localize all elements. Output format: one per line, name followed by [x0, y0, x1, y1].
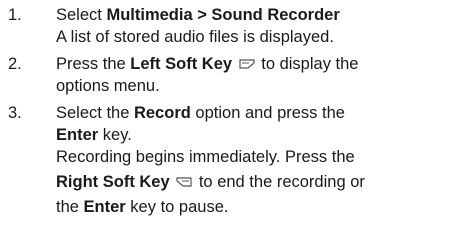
- step-result: Recording begins immediately. Press the: [56, 148, 355, 166]
- step-result-continued: the Enter key to pause.: [56, 198, 229, 216]
- step-action: Press the Left Soft Key to display the: [56, 55, 359, 73]
- step-action: Select the Record option and press the: [56, 104, 345, 122]
- step-number: 1.: [8, 6, 22, 24]
- left-soft-key-icon: [239, 58, 255, 70]
- step-number: 3.: [8, 104, 22, 122]
- step-body: Select Multimedia > Sound Recorder A lis…: [56, 4, 456, 48]
- step-action-continued: Enter key.: [56, 126, 132, 144]
- step-action-continued: options menu.: [56, 77, 160, 95]
- step-result: A list of stored audio files is displaye…: [56, 28, 334, 46]
- step-body: Select the Record option and press the E…: [56, 102, 456, 218]
- key-name: Enter: [56, 126, 99, 144]
- key-name: Left Soft Key: [130, 55, 233, 73]
- step-action: Select Multimedia > Sound Recorder: [56, 6, 340, 24]
- menu-path: Multimedia > Sound Recorder: [106, 6, 340, 24]
- step-body: Press the Left Soft Key to display the o…: [56, 53, 456, 97]
- step-result-continued: Right Soft Key to end the recording or: [56, 173, 365, 191]
- step-number: 2.: [8, 55, 22, 73]
- option-name: Record: [133, 104, 191, 122]
- right-soft-key-icon: [176, 176, 192, 188]
- key-name: Right Soft Key: [56, 173, 170, 191]
- key-name: Enter: [83, 198, 126, 216]
